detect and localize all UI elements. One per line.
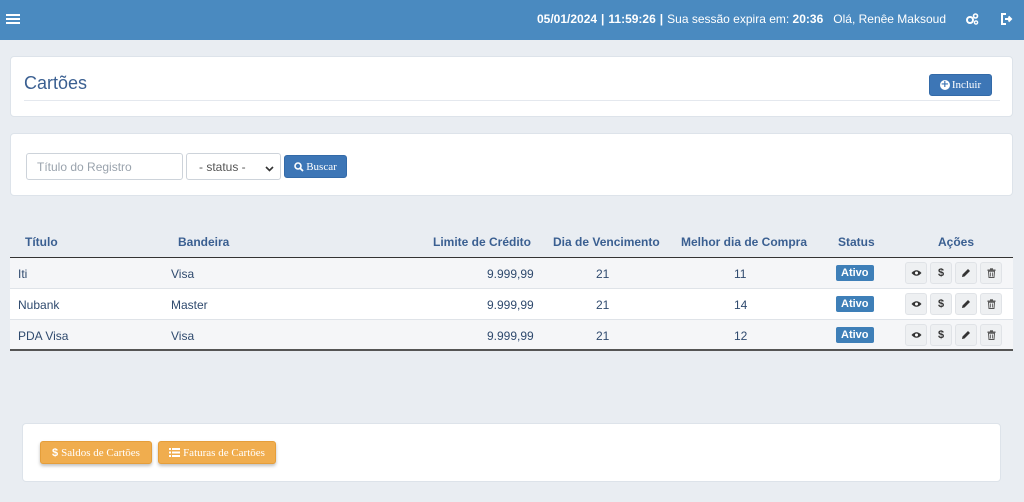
card-balances-label: Saldos de Cartões	[61, 446, 140, 459]
user-greeting: Olá, Renêe Maksoud	[833, 12, 946, 26]
cell-melhor-dia: 11	[734, 267, 747, 281]
pencil-icon	[962, 300, 970, 308]
payment-button[interactable]: $	[930, 262, 952, 284]
col-vencimento[interactable]: Dia de Vencimento	[553, 235, 660, 249]
card-invoices-label: Faturas de Cartões	[183, 446, 265, 459]
status-badge: Ativo	[836, 327, 874, 343]
cell-bandeira: Master	[171, 298, 208, 312]
plus-circle-icon: +	[939, 79, 950, 90]
table-row: PDA Visa Visa 9.999,99 21 12 Ativo $	[10, 320, 1013, 351]
cell-limite: 9.999,99	[487, 267, 534, 281]
col-status: Status	[838, 235, 875, 249]
title-card	[10, 56, 1013, 117]
view-button[interactable]	[905, 262, 927, 284]
view-button[interactable]	[905, 324, 927, 346]
pencil-icon	[962, 331, 970, 339]
current-date: 05/01/2024	[536, 12, 598, 26]
col-bandeira[interactable]: Bandeira	[178, 235, 229, 249]
session-info: 05/01/2024 | 11:59:26 | Sua sessão expira em…	[536, 12, 946, 26]
cell-melhor-dia: 14	[734, 298, 748, 312]
search-button-label: Buscar	[306, 160, 337, 173]
delete-button[interactable]	[980, 262, 1002, 284]
include-button[interactable]: + Incluir	[929, 74, 992, 96]
trash-icon	[987, 299, 995, 309]
payment-button[interactable]: $	[930, 324, 952, 346]
session-timer: 20:36	[792, 12, 824, 26]
title-search-input[interactable]: Título do Registro	[26, 153, 183, 180]
col-acoes: Ações	[938, 235, 975, 249]
dollar-icon: $	[937, 267, 945, 279]
top-bar: 05/01/2024 | 11:59:26 | Sua sessão expira em…	[0, 0, 1024, 40]
status-select-value: - status -	[199, 159, 246, 174]
page-title: Cartões	[24, 73, 88, 93]
search-icon	[294, 161, 304, 172]
cell-vencimento: 21	[596, 298, 610, 312]
cell-bandeira: Visa	[171, 267, 195, 281]
delete-button[interactable]	[980, 324, 1002, 346]
session-label: Sua sessão expira em:	[667, 12, 790, 26]
dollar-icon: $	[937, 298, 945, 310]
view-button[interactable]	[905, 293, 927, 315]
eye-icon	[911, 332, 921, 338]
delete-button[interactable]	[980, 293, 1002, 315]
pencil-icon	[962, 269, 970, 277]
menu-icon[interactable]	[6, 12, 20, 26]
title-divider	[24, 100, 1000, 101]
cell-vencimento: 21	[596, 267, 610, 281]
current-time: 11:59:26	[608, 12, 656, 26]
title-search-placeholder: Título do Registro	[37, 159, 132, 174]
card-balances-button[interactable]: $ Saldos de Cartões	[40, 441, 152, 464]
chevron-down-icon	[265, 162, 274, 176]
settings-icon[interactable]	[965, 12, 979, 26]
table-row: Iti Visa 9.999,99 21 11 Ativo $	[10, 258, 1013, 289]
trash-icon	[987, 268, 995, 278]
edit-button[interactable]	[955, 324, 977, 346]
table-row: Nubank Master 9.999,99 21 14 Ativo $	[10, 289, 1013, 320]
trash-icon	[987, 330, 995, 340]
cell-titulo: Iti	[18, 267, 28, 281]
cell-limite: 9.999,99	[487, 298, 534, 312]
dollar-icon: $	[937, 329, 945, 341]
cell-melhor-dia: 12	[734, 329, 748, 343]
status-badge: Ativo	[836, 296, 874, 312]
edit-button[interactable]	[955, 293, 977, 315]
col-titulo[interactable]: Título	[25, 235, 58, 249]
cell-vencimento: 21	[596, 329, 610, 343]
cell-titulo: PDA Visa	[18, 329, 69, 343]
logout-icon[interactable]	[1000, 12, 1014, 26]
cell-titulo: Nubank	[18, 298, 60, 312]
search-button[interactable]: Buscar	[284, 155, 347, 178]
col-melhor-dia[interactable]: Melhor dia de Compra	[681, 235, 807, 249]
card-invoices-button[interactable]: Faturas de Cartões	[158, 441, 276, 464]
col-limite[interactable]: Limite de Crédito	[433, 235, 531, 249]
payment-button[interactable]: $	[930, 293, 952, 315]
eye-icon	[911, 270, 921, 276]
table-bottom-border	[10, 349, 1013, 351]
list-icon	[169, 448, 181, 457]
status-select[interactable]: - status -	[186, 153, 281, 180]
cell-bandeira: Visa	[171, 329, 195, 343]
dollar-icon: $	[52, 446, 59, 459]
status-badge: Ativo	[836, 265, 874, 281]
cell-limite: 9.999,99	[487, 329, 534, 343]
eye-icon	[911, 301, 921, 307]
edit-button[interactable]	[955, 262, 977, 284]
include-button-label: Incluir	[951, 79, 982, 91]
